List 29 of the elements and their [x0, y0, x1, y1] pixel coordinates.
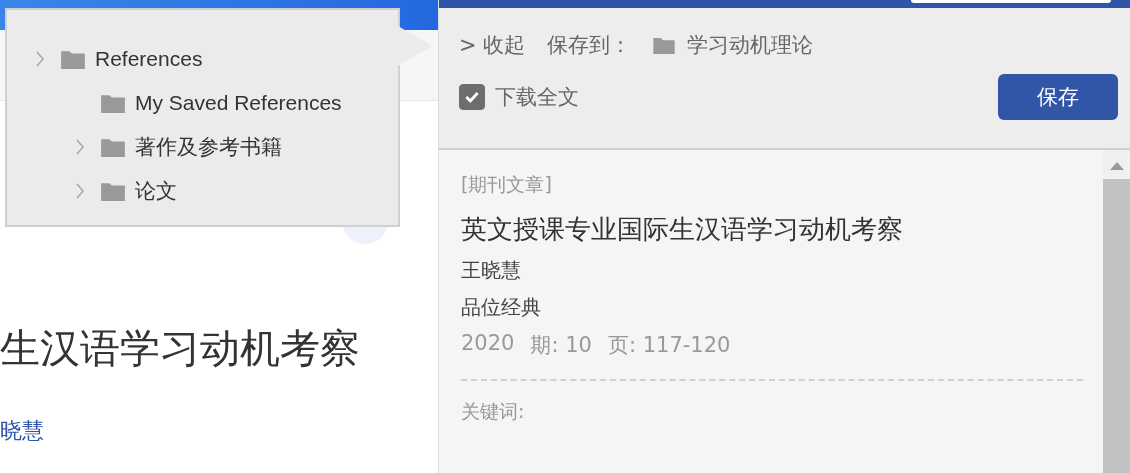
chevron-icon[interactable]: [75, 183, 85, 199]
chevron-icon[interactable]: [75, 139, 85, 155]
article-title: 生汉语学习动机考察: [0, 324, 361, 373]
checkbox-label: 下载全文: [495, 84, 579, 111]
keywords-label: 关键词:: [461, 399, 526, 424]
save-button[interactable]: 保存: [998, 74, 1118, 120]
folder-icon: [61, 49, 85, 69]
folder-icon: [653, 36, 676, 54]
record-type: [期刊文章]: [461, 172, 553, 197]
checkbox[interactable]: [459, 84, 485, 110]
author-link[interactable]: 晓慧: [0, 416, 438, 446]
record-author: 王晓慧: [461, 257, 522, 284]
collapse-link[interactable]: > 收起: [459, 31, 526, 59]
record-journal: 品位经典: [461, 294, 542, 321]
folder-icon: [101, 181, 125, 201]
scroll-up-icon[interactable]: [1109, 162, 1124, 170]
folder-item[interactable]: 论文: [135, 177, 177, 205]
record-meta: 页: 117-120: [607, 332, 731, 359]
save-to-label: 保存到：: [547, 32, 632, 59]
folder-item[interactable]: 著作及参考书籍: [135, 133, 282, 161]
record-title: 英文授课专业国际生汉语学习动机考察: [461, 213, 904, 246]
folder-icon: [101, 137, 125, 157]
record-meta: 2020: [461, 331, 515, 357]
chevron-icon[interactable]: [35, 51, 45, 67]
folder-icon: [101, 93, 125, 113]
folder-item[interactable]: My Saved References: [135, 91, 342, 115]
record-meta: 期: 10: [530, 332, 592, 359]
folder-item[interactable]: References: [95, 47, 203, 71]
folder-name[interactable]: 学习动机理论: [687, 31, 814, 59]
